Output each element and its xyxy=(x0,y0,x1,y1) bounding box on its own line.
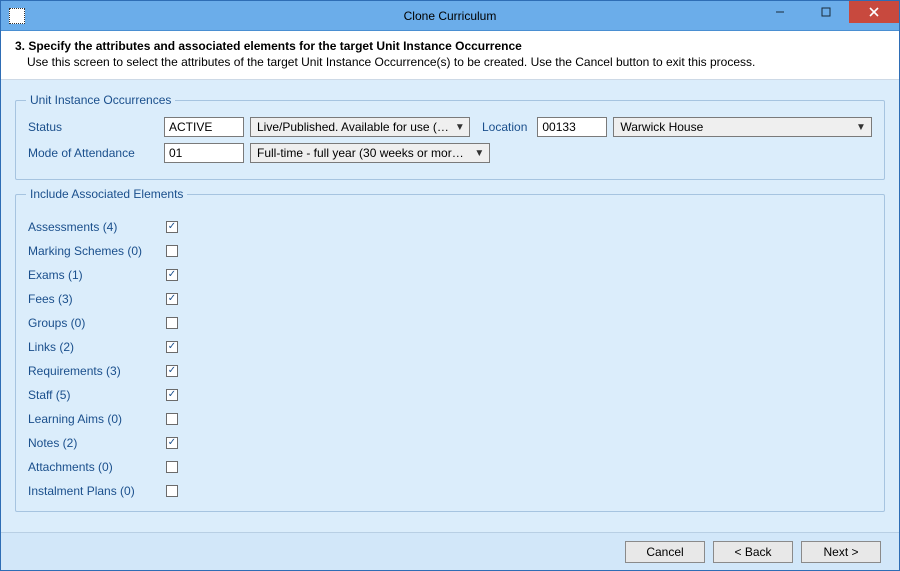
location-input[interactable] xyxy=(537,117,607,137)
element-row: Staff (5)✓ xyxy=(28,385,872,405)
status-combo[interactable]: Live/Published. Available for use (ACTIV… xyxy=(250,117,470,137)
chevron-down-icon: ▼ xyxy=(855,122,867,133)
element-row: Instalment Plans (0) xyxy=(28,481,872,501)
element-row: Notes (2)✓ xyxy=(28,433,872,453)
group-legend-elements: Include Associated Elements xyxy=(26,187,187,201)
status-combo-text: Live/Published. Available for use (ACTIV… xyxy=(257,120,451,134)
element-label: Groups (0) xyxy=(28,316,166,330)
content-area: Unit Instance Occurrences Status Live/Pu… xyxy=(1,80,899,532)
chevron-down-icon: ▼ xyxy=(474,148,485,159)
element-label: Learning Aims (0) xyxy=(28,412,166,426)
maximize-icon xyxy=(821,7,831,17)
element-checkbox[interactable] xyxy=(166,413,178,425)
element-label: Notes (2) xyxy=(28,436,166,450)
back-button[interactable]: < Back xyxy=(713,541,793,563)
element-row: Requirements (3)✓ xyxy=(28,361,872,381)
minimize-button[interactable] xyxy=(757,1,803,23)
wizard-footer: Cancel < Back Next > xyxy=(1,532,899,570)
cancel-button[interactable]: Cancel xyxy=(625,541,705,563)
element-label: Fees (3) xyxy=(28,292,166,306)
element-row: Assessments (4)✓ xyxy=(28,217,872,237)
next-button[interactable]: Next > xyxy=(801,541,881,563)
row-status-location: Status Live/Published. Available for use… xyxy=(28,117,872,137)
wizard-step-subtitle: Use this screen to select the attributes… xyxy=(27,55,885,69)
window-controls xyxy=(757,1,899,30)
element-checkbox[interactable]: ✓ xyxy=(166,341,178,353)
close-icon xyxy=(868,6,880,18)
element-row: Groups (0) xyxy=(28,313,872,333)
element-row: Marking Schemes (0) xyxy=(28,241,872,261)
dialog-window: Clone Curriculum 3. Specify the attribut… xyxy=(0,0,900,571)
element-checkbox[interactable]: ✓ xyxy=(166,221,178,233)
element-label: Requirements (3) xyxy=(28,364,166,378)
chevron-down-icon: ▼ xyxy=(455,122,465,133)
elements-list: Assessments (4)✓Marking Schemes (0)Exams… xyxy=(28,217,872,501)
status-label: Status xyxy=(28,120,158,134)
element-row: Learning Aims (0) xyxy=(28,409,872,429)
wizard-header: 3. Specify the attributes and associated… xyxy=(1,31,899,80)
app-icon xyxy=(9,8,25,24)
group-include-associated-elements: Include Associated Elements Assessments … xyxy=(15,194,885,512)
group-legend-uio: Unit Instance Occurrences xyxy=(26,93,175,107)
element-checkbox[interactable] xyxy=(166,485,178,497)
element-label: Marking Schemes (0) xyxy=(28,244,166,258)
element-checkbox[interactable]: ✓ xyxy=(166,293,178,305)
element-checkbox[interactable]: ✓ xyxy=(166,389,178,401)
close-button[interactable] xyxy=(849,1,899,23)
row-moa: Mode of Attendance Full-time - full year… xyxy=(28,143,872,163)
element-label: Attachments (0) xyxy=(28,460,166,474)
group-unit-instance-occurrences: Unit Instance Occurrences Status Live/Pu… xyxy=(15,100,885,180)
location-label: Location xyxy=(482,120,527,134)
moa-label: Mode of Attendance xyxy=(28,146,158,160)
element-checkbox[interactable]: ✓ xyxy=(166,365,178,377)
wizard-step-title: 3. Specify the attributes and associated… xyxy=(15,39,885,53)
element-label: Staff (5) xyxy=(28,388,166,402)
maximize-button[interactable] xyxy=(803,1,849,23)
element-row: Attachments (0) xyxy=(28,457,872,477)
element-checkbox[interactable]: ✓ xyxy=(166,269,178,281)
element-row: Exams (1)✓ xyxy=(28,265,872,285)
element-row: Fees (3)✓ xyxy=(28,289,872,309)
element-label: Exams (1) xyxy=(28,268,166,282)
minimize-icon xyxy=(775,7,785,17)
location-combo[interactable]: Warwick House ▼ xyxy=(613,117,872,137)
element-checkbox[interactable] xyxy=(166,461,178,473)
element-label: Links (2) xyxy=(28,340,166,354)
moa-combo-text: Full-time - full year (30 weeks or more)… xyxy=(257,146,470,160)
status-input[interactable] xyxy=(164,117,244,137)
element-label: Assessments (4) xyxy=(28,220,166,234)
element-checkbox[interactable]: ✓ xyxy=(166,437,178,449)
element-label: Instalment Plans (0) xyxy=(28,484,166,498)
element-checkbox[interactable] xyxy=(166,245,178,257)
moa-combo[interactable]: Full-time - full year (30 weeks or more)… xyxy=(250,143,490,163)
moa-input[interactable] xyxy=(164,143,244,163)
titlebar: Clone Curriculum xyxy=(1,1,899,31)
location-combo-text: Warwick House xyxy=(620,120,851,134)
element-checkbox[interactable] xyxy=(166,317,178,329)
element-row: Links (2)✓ xyxy=(28,337,872,357)
